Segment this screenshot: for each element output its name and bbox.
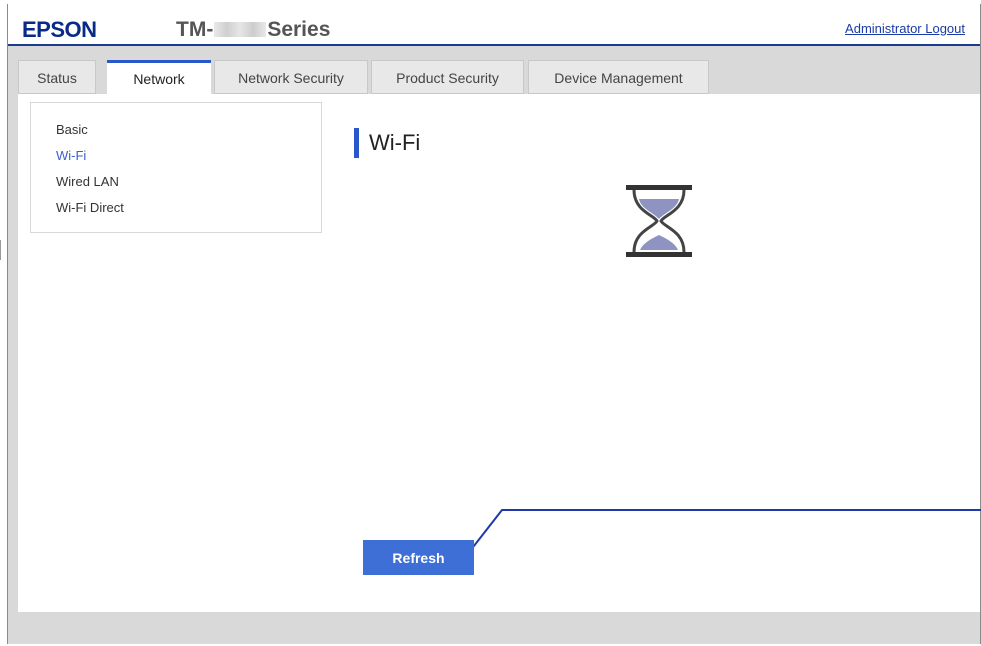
page-title: Wi-Fi	[369, 130, 421, 155]
model-name: TM- Series	[176, 18, 330, 42]
content-panel: Basic Wi-Fi Wired LAN Wi-Fi Direct Wi-Fi…	[18, 94, 981, 612]
tab-product-security[interactable]: Product Security	[371, 60, 524, 94]
tab-status[interactable]: Status	[18, 60, 96, 94]
subnav-item-wifi-direct[interactable]: Wi-Fi Direct	[31, 195, 321, 221]
model-suffix: Series	[267, 18, 331, 41]
subnav-item-basic[interactable]: Basic	[31, 117, 321, 143]
subnav-item-wifi[interactable]: Wi-Fi	[31, 143, 321, 169]
tab-network[interactable]: Network	[107, 60, 211, 94]
browser-page: EPSON TM- Series Administrator Logout Sta…	[7, 4, 981, 644]
network-subnav: Basic Wi-Fi Wired LAN Wi-Fi Direct	[30, 102, 322, 233]
hourglass-icon	[626, 185, 692, 262]
tab-device-management[interactable]: Device Management	[528, 60, 709, 94]
refresh-button[interactable]: Refresh	[363, 540, 474, 575]
administrator-logout-link[interactable]: Administrator Logout	[845, 21, 965, 36]
epson-logo: EPSON	[22, 17, 97, 42]
tab-network-security[interactable]: Network Security	[214, 60, 368, 94]
model-redacted	[214, 22, 267, 37]
header-bar: EPSON TM- Series Administrator Logout	[8, 4, 980, 46]
subnav-item-wired-lan[interactable]: Wired LAN	[31, 169, 321, 195]
callout-line	[469, 509, 981, 552]
left-edge-mark	[0, 240, 7, 260]
title-accent-bar	[354, 128, 359, 158]
model-prefix: TM-	[176, 18, 214, 41]
